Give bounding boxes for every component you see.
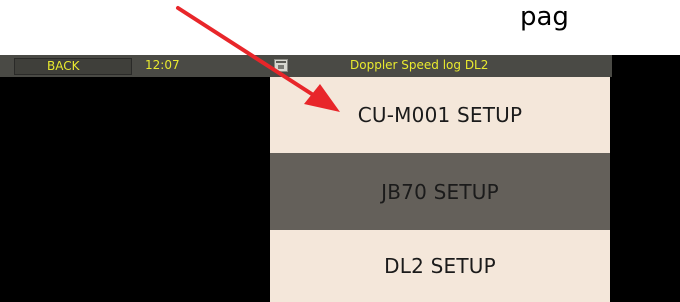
device-screen: BACK 12:07 Doppler Speed log DL2 CU-M001… — [0, 55, 680, 302]
clock-display: 12:07 — [145, 58, 180, 72]
caption-text-fragment: pag — [520, 2, 569, 32]
screenshot-stage: pag BACK 12:07 Doppler Speed log DL2 CU-… — [0, 0, 680, 302]
menu-item-cu-m001-setup[interactable]: CU-M001 SETUP — [270, 77, 610, 153]
menu-item-jb70-setup[interactable]: JB70 SETUP — [270, 153, 610, 230]
menu-item-label: CU-M001 SETUP — [357, 103, 523, 127]
menu-item-label: DL2 SETUP — [384, 254, 496, 278]
setup-menu: CU-M001 SETUP JB70 SETUP DL2 SETUP — [270, 77, 610, 302]
screen-right-edge — [612, 55, 680, 302]
menu-item-dl2-setup[interactable]: DL2 SETUP — [270, 230, 610, 302]
window-title: Doppler Speed log DL2 — [350, 58, 489, 72]
status-bar: BACK 12:07 Doppler Speed log DL2 — [0, 55, 612, 77]
menu-item-label: JB70 SETUP — [381, 179, 499, 204]
app-window-icon — [274, 59, 288, 72]
back-button[interactable]: BACK — [14, 58, 132, 75]
